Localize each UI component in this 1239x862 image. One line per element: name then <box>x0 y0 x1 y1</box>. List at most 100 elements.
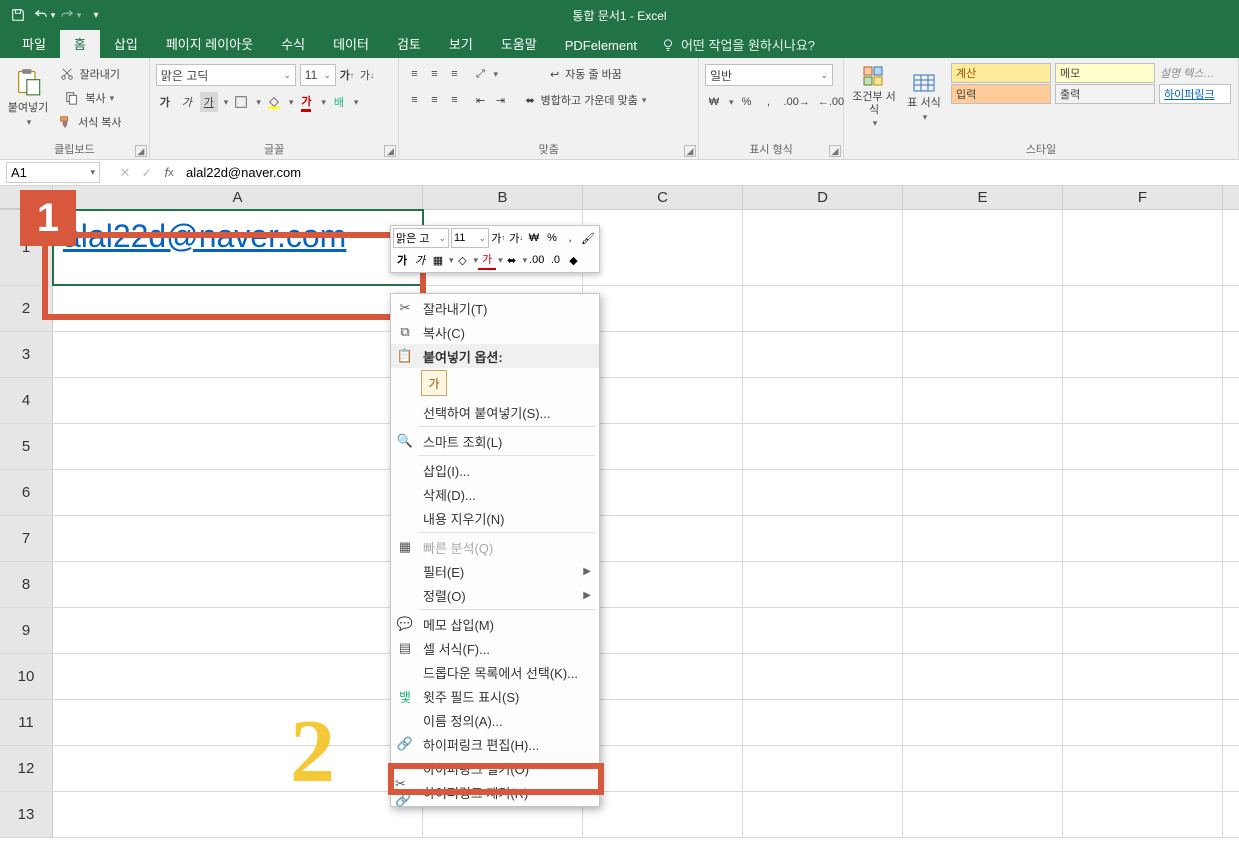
ctx-insert[interactable]: 삽입(I)... <box>391 458 599 482</box>
paste-button[interactable]: 붙여넣기 ▾ <box>6 62 50 132</box>
col-header-c[interactable]: C <box>583 186 743 209</box>
align-top-button[interactable]: ≡ <box>405 64 423 84</box>
cell[interactable] <box>53 286 423 331</box>
style-desc[interactable]: 설명 텍스… <box>1158 63 1230 83</box>
mini-accounting[interactable]: ₩ <box>525 228 543 248</box>
merge-center-button[interactable]: ⬌ 병합하고 가운데 맞춤▾ <box>523 90 648 110</box>
ctx-copy[interactable]: ⧉복사(C) <box>391 320 599 344</box>
tab-page-layout[interactable]: 페이지 레이아웃 <box>152 29 267 58</box>
cell[interactable] <box>743 424 903 469</box>
enter-icon[interactable]: ✓ <box>136 162 158 183</box>
select-all-corner[interactable] <box>0 186 53 209</box>
ctx-open-hyperlink[interactable]: 하이퍼링크 열기(O) <box>391 756 599 780</box>
number-dialog-launcher[interactable]: ◢ <box>829 145 841 157</box>
font-size-select[interactable]: 11⌄ <box>300 64 336 86</box>
tab-home[interactable]: 홈 <box>60 29 100 58</box>
cell[interactable] <box>53 470 423 515</box>
cell-d1[interactable] <box>743 210 903 285</box>
cell[interactable] <box>903 746 1063 791</box>
mini-size-select[interactable]: 11⌄ <box>451 228 489 248</box>
tab-help[interactable]: 도움말 <box>487 29 551 58</box>
align-middle-button[interactable]: ≡ <box>425 64 443 84</box>
font-dialog-launcher[interactable]: ◢ <box>384 145 396 157</box>
cell[interactable] <box>1063 792 1223 837</box>
format-as-table-button[interactable]: 표 서식▾ <box>904 62 944 132</box>
cancel-icon[interactable]: ✕ <box>114 162 136 183</box>
ctx-sort[interactable]: 정렬(O)▶ <box>391 583 599 607</box>
ctx-edit-hyperlink[interactable]: 🔗하이퍼링크 편집(H)... <box>391 732 599 756</box>
cell[interactable] <box>53 378 423 423</box>
cell[interactable] <box>583 378 743 423</box>
ctx-pick-from-dropdown[interactable]: 드롭다운 목록에서 선택(K)... <box>391 660 599 684</box>
border-button[interactable] <box>232 92 250 112</box>
ctx-smart-lookup[interactable]: 🔍스마트 조회(L) <box>391 429 599 453</box>
comma-button[interactable]: , <box>760 92 778 112</box>
cell[interactable] <box>743 792 903 837</box>
mini-merge[interactable]: ⬌ <box>503 250 521 270</box>
tab-file[interactable]: 파일 <box>8 29 60 58</box>
cell[interactable] <box>583 424 743 469</box>
cell[interactable] <box>743 332 903 377</box>
mini-clear[interactable]: ◆ <box>564 250 582 270</box>
cell[interactable] <box>1063 700 1223 745</box>
row-header-6[interactable]: 6 <box>0 470 53 515</box>
ctx-define-name[interactable]: 이름 정의(A)... <box>391 708 599 732</box>
bold-button[interactable]: 가 <box>156 92 174 112</box>
cell-a1-value[interactable]: alal22d@naver.com <box>63 218 346 254</box>
ctx-paste-special[interactable]: 선택하여 붙여넣기(S)... <box>391 400 599 424</box>
style-input[interactable]: 입력 <box>951 84 1051 104</box>
cell[interactable] <box>903 700 1063 745</box>
cell[interactable] <box>53 746 423 791</box>
cell[interactable] <box>1063 470 1223 515</box>
cell[interactable] <box>903 608 1063 653</box>
redo-icon[interactable]: ▾ <box>58 3 82 27</box>
cell[interactable] <box>903 562 1063 607</box>
cell[interactable] <box>743 378 903 423</box>
decrease-font-button[interactable]: 가↓ <box>358 65 376 85</box>
cell[interactable] <box>1063 378 1223 423</box>
cell[interactable] <box>1063 562 1223 607</box>
tab-pdfelement[interactable]: PDFelement <box>551 33 651 58</box>
decrease-decimal-button[interactable]: ←.00 <box>816 92 846 112</box>
cell[interactable] <box>743 470 903 515</box>
cell[interactable] <box>743 562 903 607</box>
row-header-11[interactable]: 11 <box>0 700 53 745</box>
cell[interactable] <box>1063 654 1223 699</box>
font-color-button[interactable]: 가 <box>297 92 315 112</box>
undo-icon[interactable]: ▾ <box>32 3 56 27</box>
cell[interactable] <box>583 746 743 791</box>
cell[interactable] <box>53 792 423 837</box>
tab-insert[interactable]: 삽입 <box>100 29 152 58</box>
align-right-button[interactable]: ≡ <box>445 90 463 110</box>
mini-dec-dec[interactable]: .0 <box>546 250 564 270</box>
mini-decrease-font[interactable]: 가↓ <box>507 228 525 248</box>
mini-italic[interactable]: 가 <box>411 250 429 270</box>
ctx-delete[interactable]: 삭제(D)... <box>391 482 599 506</box>
fill-color-button[interactable] <box>265 92 283 112</box>
number-format-select[interactable]: 일반⌄ <box>705 64 833 86</box>
cell[interactable] <box>743 746 903 791</box>
tab-data[interactable]: 데이터 <box>319 29 383 58</box>
cell[interactable] <box>743 700 903 745</box>
row-header-13[interactable]: 13 <box>0 792 53 837</box>
decrease-indent-button[interactable]: ⇤ <box>471 90 489 110</box>
cell[interactable] <box>743 654 903 699</box>
row-header-5[interactable]: 5 <box>0 424 53 469</box>
increase-font-button[interactable]: 가↑ <box>338 65 356 85</box>
save-icon[interactable] <box>6 3 30 27</box>
cell[interactable] <box>1063 332 1223 377</box>
cell[interactable] <box>53 700 423 745</box>
ctx-show-phonetic[interactable]: 뱇윗주 필드 표시(S) <box>391 684 599 708</box>
cell[interactable] <box>583 608 743 653</box>
orientation-button[interactable]: ⤢ <box>471 64 489 84</box>
cell[interactable] <box>1063 424 1223 469</box>
cell[interactable] <box>903 516 1063 561</box>
row-header-7[interactable]: 7 <box>0 516 53 561</box>
formula-input[interactable]: alal22d@naver.com <box>180 165 1239 180</box>
cell[interactable] <box>1063 286 1223 331</box>
mini-bold[interactable]: 가 <box>393 250 411 270</box>
mini-inc-dec[interactable]: .00 <box>527 250 546 270</box>
name-box[interactable]: A1▾ <box>6 162 100 183</box>
row-header-12[interactable]: 12 <box>0 746 53 791</box>
clipboard-dialog-launcher[interactable]: ◢ <box>135 145 147 157</box>
